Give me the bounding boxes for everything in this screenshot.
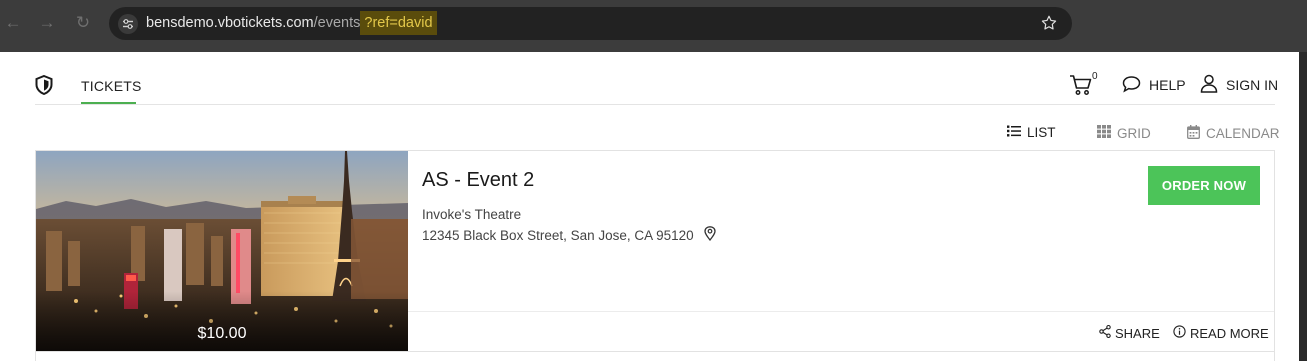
calendar-icon [1187, 125, 1200, 142]
header-divider [35, 104, 1275, 105]
info-circle-icon [1173, 325, 1186, 341]
grid-icon [1097, 125, 1111, 141]
cart-icon[interactable] [1069, 74, 1093, 96]
view-toggle-bar: LIST GRID CALENDAR [0, 125, 1299, 145]
shield-logo-icon[interactable] [35, 74, 53, 96]
event-title[interactable]: AS - Event 2 [422, 169, 534, 192]
view-list-label: LIST [1027, 125, 1056, 140]
event-venue: Invoke's Theatre [422, 207, 522, 222]
event-card: $10.00 AS - Event 2 Invoke's Theatre 123… [35, 150, 1275, 352]
help-label: HELP [1149, 77, 1186, 93]
reload-icon[interactable]: ↻ [73, 13, 93, 33]
back-arrow-icon[interactable]: ← [3, 13, 23, 33]
page-scrollbar[interactable] [1299, 52, 1307, 361]
address-bar[interactable]: bensdemo.vbotickets.com/events ?ref=david [109, 7, 1072, 40]
share-button[interactable]: SHARE [1099, 324, 1160, 341]
event-address: 12345 Black Box Street, San Jose, CA 951… [422, 227, 694, 243]
event-address-row: 12345 Black Box Street, San Jose, CA 951… [422, 226, 716, 244]
url-text: bensdemo.vbotickets.com/events ?ref=david [146, 11, 437, 35]
site-info-icon[interactable] [118, 14, 138, 34]
sign-in-label: SIGN IN [1226, 77, 1279, 93]
event-price: $10.00 [197, 325, 247, 342]
share-label: SHARE [1115, 325, 1160, 341]
card-footer-divider [408, 311, 1274, 312]
view-grid-button[interactable]: GRID [1097, 125, 1151, 141]
list-icon [1007, 125, 1021, 140]
page-content: TICKETS 0 HELP SIGN IN LIST GRID CALENDA… [0, 52, 1299, 361]
url-query-highlight: ?ref=david [360, 11, 437, 35]
url-host: bensdemo.vbotickets.com [146, 15, 314, 31]
read-more-label: READ MORE [1190, 325, 1269, 341]
help-link[interactable]: HELP [1122, 75, 1186, 95]
cart-count-badge: 0 [1092, 71, 1098, 82]
sign-in-link[interactable]: SIGN IN [1200, 74, 1279, 96]
map-pin-icon[interactable] [704, 226, 716, 244]
chat-bubble-icon [1122, 75, 1141, 96]
view-grid-label: GRID [1117, 125, 1151, 141]
browser-toolbar: ← → ↻ bensdemo.vbotickets.com/events ?ref… [0, 0, 1307, 52]
forward-arrow-icon[interactable]: → [37, 13, 57, 33]
event-image[interactable]: $10.00 [36, 151, 408, 351]
bookmark-star-icon[interactable] [1040, 14, 1058, 32]
order-now-button[interactable]: ORDER NOW [1148, 166, 1260, 205]
url-path: /events [313, 15, 361, 31]
view-calendar-button[interactable]: CALENDAR [1187, 125, 1280, 142]
view-calendar-label: CALENDAR [1206, 126, 1280, 141]
next-event-card-edge [35, 352, 1275, 361]
view-list-button[interactable]: LIST [1007, 125, 1056, 140]
user-icon [1200, 74, 1218, 96]
read-more-button[interactable]: READ MORE [1173, 325, 1269, 341]
share-icon [1099, 324, 1111, 341]
nav-tab-tickets[interactable]: TICKETS [81, 78, 142, 94]
